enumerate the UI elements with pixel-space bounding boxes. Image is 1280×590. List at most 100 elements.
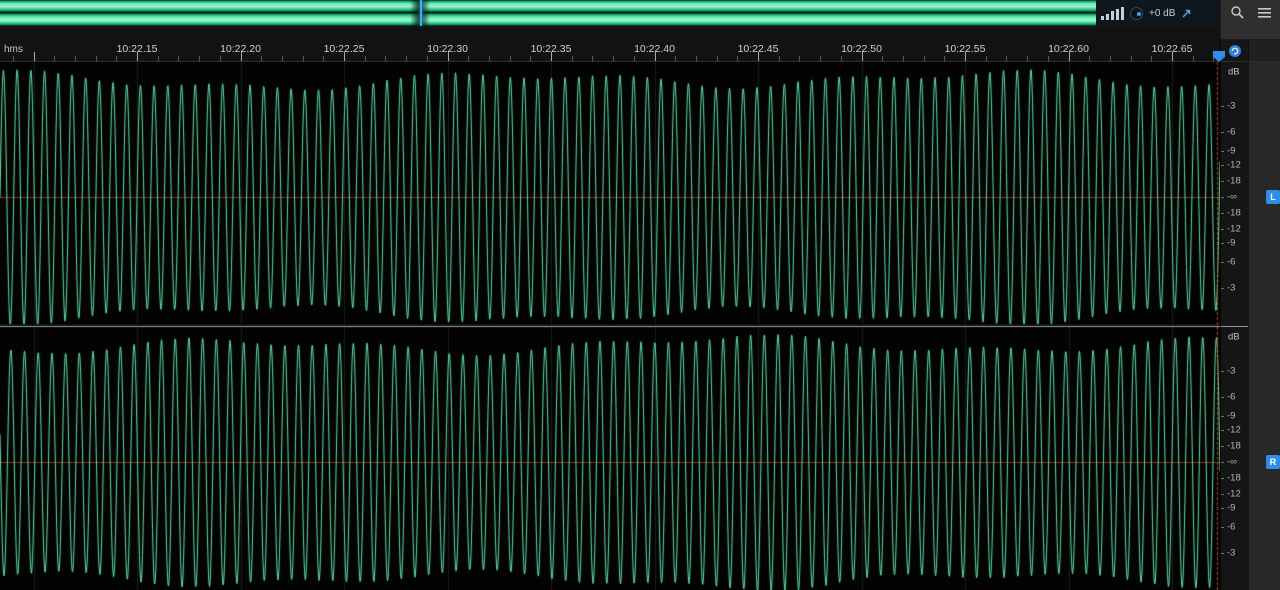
db-ruler-label: -6 [1227, 256, 1236, 268]
db-ruler-tick [1221, 197, 1224, 198]
timeline-tick-minor [1151, 56, 1153, 61]
timeline-tick-minor [571, 56, 573, 61]
timeline-tick-minor [364, 56, 366, 61]
timeline-tick-major [344, 52, 345, 61]
level-knob-icon[interactable] [1130, 6, 1143, 20]
db-ruler-label: -12 [1227, 488, 1241, 500]
db-ruler-label: -3 [1227, 365, 1236, 377]
timeline-tick-minor [488, 56, 490, 61]
db-ruler-tick [1221, 132, 1224, 134]
overview-playhead[interactable] [420, 0, 422, 26]
timeline-tick-minor [1089, 56, 1091, 61]
timeline-tick-major [965, 52, 966, 61]
db-ruler-tick [1221, 213, 1224, 215]
timeline-tick-minor [157, 56, 159, 61]
db-ruler-tick [1221, 507, 1224, 509]
corner-panel [1220, 0, 1280, 40]
timeline-tick-minor [737, 56, 739, 61]
db-ruler-label: -6 [1227, 391, 1236, 403]
db-ruler-tick [1221, 151, 1224, 153]
timeline-tick-major [240, 52, 242, 61]
timeline-tick-minor [902, 56, 904, 61]
db-ruler-label: -6 [1227, 521, 1236, 533]
timeline-tick-minor [406, 56, 408, 61]
timeline-tick-major [551, 52, 552, 61]
timeline-tick-minor [74, 56, 76, 61]
db-ruler-tick [1221, 553, 1224, 555]
db-ruler-tick [1221, 164, 1224, 166]
db-ruler-label: -3 [1227, 282, 1236, 294]
meter-panel: +0 dB [1096, 0, 1220, 26]
db-ruler-label: -6 [1227, 126, 1236, 138]
timeline-tick-major [33, 52, 35, 61]
timeline-tick-minor [1006, 56, 1008, 61]
timeline-tick-minor [12, 56, 14, 61]
timeline-tick-minor [923, 56, 925, 61]
db-ruler-label: -12 [1227, 223, 1241, 235]
db-ruler-label: -12 [1227, 159, 1241, 171]
db-ruler-label: -9 [1227, 410, 1236, 422]
editor-options-icon[interactable] [1228, 44, 1242, 58]
timeline-ruler[interactable]: hms 10:22.15 10:22.20 10:22.25 10:22.30 10:2… [0, 26, 1225, 62]
db-ruler-label: -18 [1227, 207, 1241, 219]
timeline-tick-minor [219, 56, 221, 61]
timeline-tick-minor [1109, 56, 1111, 61]
timeline-tick-minor [716, 56, 718, 61]
db-ruler-tick [1221, 526, 1224, 528]
timeline-tick-minor [1027, 56, 1029, 61]
timeline-tick-major [1068, 52, 1070, 61]
zoom-icon[interactable] [1230, 5, 1246, 21]
db-ruler-label: -12 [1227, 424, 1241, 436]
timeline-tick-minor [778, 56, 780, 61]
pin-icon[interactable] [1181, 7, 1193, 19]
timeline-tick-minor [385, 56, 387, 61]
channel-right-button[interactable]: R [1266, 455, 1280, 469]
db-ruler-tick [1221, 429, 1224, 431]
db-ruler-tick [1221, 288, 1224, 290]
timeline-tick-minor [54, 56, 56, 61]
db-ruler-label: -∞ [1227, 191, 1237, 203]
timeline-tick-minor [799, 56, 801, 61]
timeline-tick-minor [116, 56, 118, 61]
timeline-tick-major [447, 52, 449, 61]
timeline-tick-minor [426, 56, 428, 61]
db-ruler-label: -3 [1227, 547, 1236, 559]
rail-corner [1248, 40, 1280, 62]
db-ruler-tick [1221, 494, 1224, 496]
timeline-tick-minor [1192, 56, 1194, 61]
db-ruler-tick [1221, 445, 1224, 447]
db-ruler-label: -18 [1227, 472, 1241, 484]
waveform-display[interactable] [0, 62, 1220, 590]
db-ruler-label: -3 [1227, 100, 1236, 112]
db-ruler-label: -18 [1227, 175, 1241, 187]
timeline-tick-major [1172, 52, 1173, 61]
audio-editor-window: +0 dB hms 10:22.15 10:22.20 10:22.25 10:22.… [0, 0, 1280, 590]
db-ruler-tick [1221, 242, 1224, 244]
timeline-tick-major [861, 52, 863, 61]
db-ruler-tick [1221, 370, 1224, 372]
timeline-tick-minor [985, 56, 987, 61]
timeline-tick-minor [1047, 56, 1049, 61]
timeline-tick-minor [675, 56, 677, 61]
timeline-tick-minor [261, 56, 263, 61]
db-ruler-tick [1221, 462, 1224, 463]
amplitude-db-ruler[interactable]: dB -3 -6 -9 -12 -18 -∞ -3 -6 -9 -12 -18 dB -3 -6 -9 -12 -… [1220, 62, 1249, 590]
timeline-tick-minor [323, 56, 325, 61]
meter-value[interactable]: +0 dB [1149, 8, 1175, 19]
db-ruler-tick [1221, 105, 1224, 107]
db-ruler-label: -9 [1227, 237, 1236, 249]
db-ruler-label: -9 [1227, 145, 1236, 157]
overview-waveform[interactable] [0, 0, 1096, 26]
db-ruler-tick [1221, 416, 1224, 418]
timeline-tick-minor [882, 56, 884, 61]
timeline-tick-major [758, 52, 759, 61]
db-ruler-label: -∞ [1227, 456, 1237, 468]
panel-menu-icon[interactable] [1257, 5, 1273, 21]
channel-left-button[interactable]: L [1266, 190, 1280, 204]
timeline-tick-minor [613, 56, 615, 61]
db-ruler-title: dB [1228, 66, 1240, 78]
waveform-editor-area [0, 62, 1220, 590]
timeline-ticks: 10:22.15 10:22.20 10:22.25 10:22.30 10:22.35… [0, 26, 1220, 61]
timeline-tick-major [137, 52, 138, 61]
db-ruler-tick [1221, 180, 1224, 182]
